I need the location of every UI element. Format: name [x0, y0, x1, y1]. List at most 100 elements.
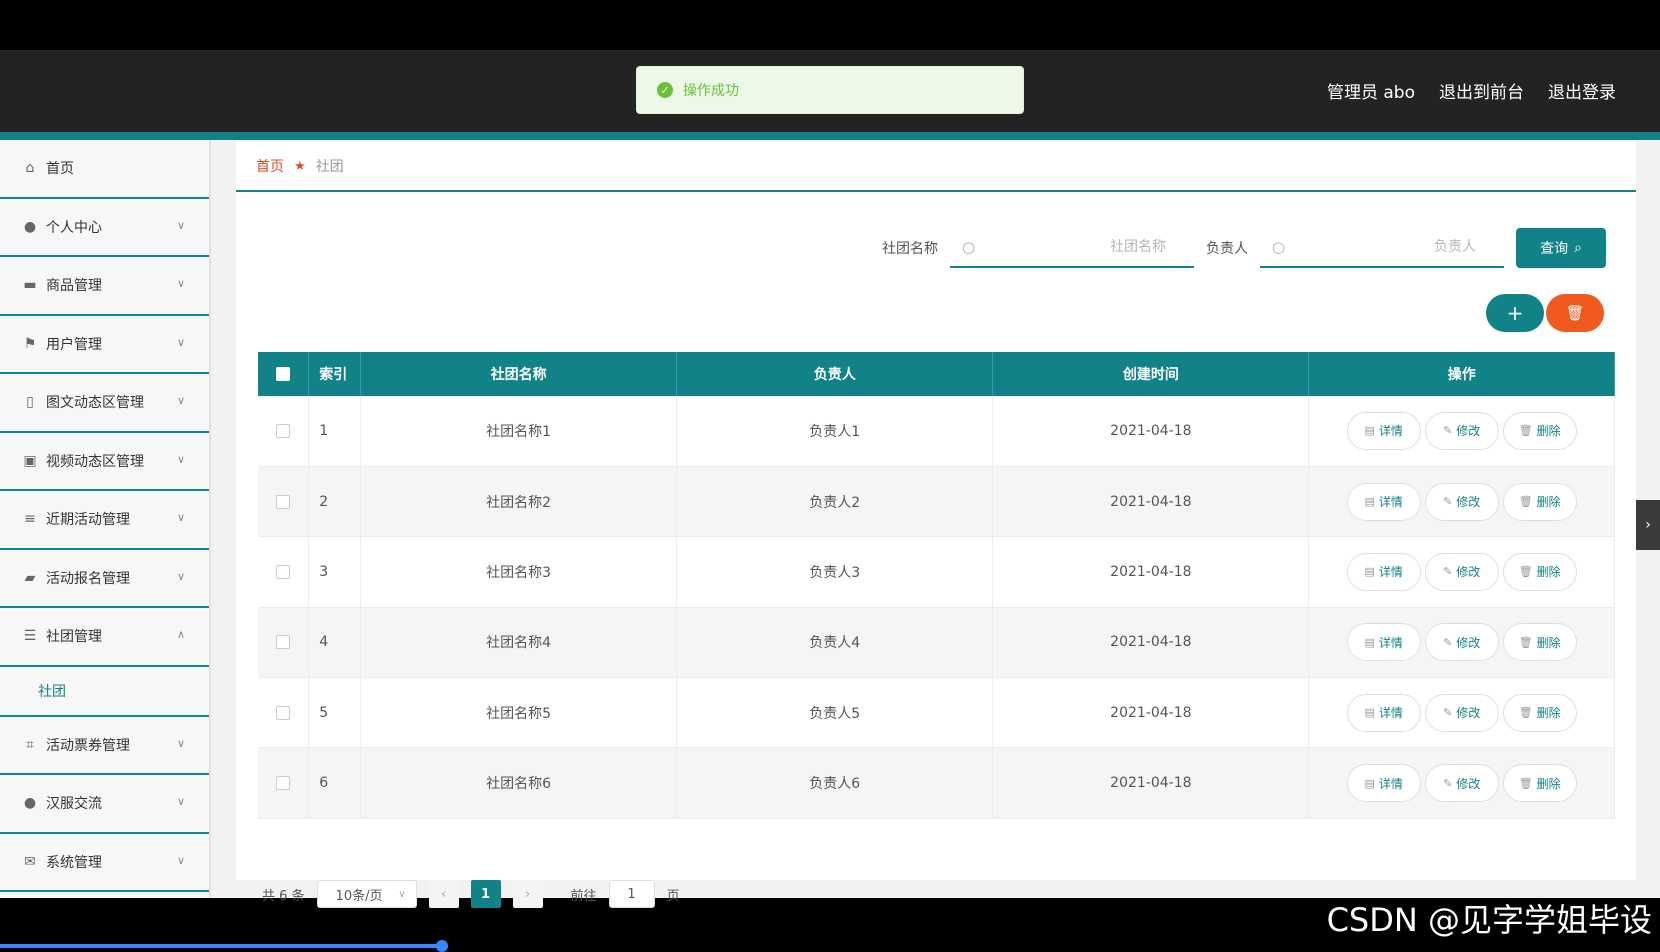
search-icon: ⌕: [1574, 240, 1582, 256]
column-header-name[interactable]: 社团名称: [360, 352, 678, 396]
table-row[interactable]: 5 社团名称5 负责人5 2021-04-18 ▤ 详情 ✎ 修改 🗑 删除: [258, 677, 1615, 749]
sliders-icon: ☰: [23, 628, 37, 645]
table-row[interactable]: 2 社团名称2 负责人2 2021-04-18 ▤ 详情 ✎ 修改 🗑 删除: [258, 466, 1615, 538]
video-icon: ▣: [23, 452, 37, 469]
query-button[interactable]: 查询 ⌕: [1516, 228, 1606, 268]
select-all-checkbox[interactable]: [276, 367, 291, 381]
row-owner: 负责人1: [676, 396, 994, 467]
next-page-button[interactable]: ›: [512, 880, 543, 908]
edit-button[interactable]: ✎ 修改: [1424, 482, 1499, 521]
detail-button[interactable]: ▤ 详情: [1346, 693, 1421, 732]
back-to-front-link[interactable]: 退出到前台: [1439, 78, 1524, 103]
edit-button[interactable]: ✎ 修改: [1424, 411, 1499, 450]
detail-button[interactable]: ▤ 详情: [1346, 552, 1421, 591]
sidebar-item-image-posts[interactable]: ▯ 图文动态区管理 ∨: [0, 374, 209, 433]
delete-button[interactable]: 🗑 删除: [1502, 623, 1577, 662]
delete-button[interactable]: 🗑 删除: [1502, 482, 1577, 521]
table-row[interactable]: 6 社团名称6 负责人6 2021-04-18 ▤ 详情 ✎ 修改 🗑 删除: [258, 747, 1615, 819]
video-progress-bar[interactable]: [0, 944, 440, 948]
sidebar-item-label: 图文动态区管理: [46, 395, 144, 412]
delete-button[interactable]: 🗑 删除: [1502, 552, 1577, 591]
main-content: 首页 ★ 社团 社团名称 ○ 负责人 ○ 查询 ⌕: [236, 140, 1636, 908]
logout-link[interactable]: 退出登录: [1548, 78, 1616, 103]
delete-button[interactable]: 🗑 删除: [1502, 764, 1577, 803]
edit-button[interactable]: ✎ 修改: [1424, 623, 1499, 662]
detail-label: 详情: [1378, 635, 1403, 650]
column-header-owner[interactable]: 负责人: [676, 352, 994, 396]
sidebar-item-label: 近期活动管理: [46, 512, 130, 529]
sidebar-item-clubs[interactable]: ☰ 社团管理 ∧: [0, 608, 209, 667]
goto-page-input[interactable]: [608, 880, 655, 908]
sidebar-item-goods[interactable]: ▬ 商品管理 ∨: [0, 257, 209, 316]
box-icon: ▬: [23, 277, 37, 294]
edit-button[interactable]: ✎ 修改: [1424, 764, 1499, 803]
sidebar-subitem-club[interactable]: 社团: [0, 667, 209, 717]
video-progress-handle[interactable]: [436, 940, 448, 952]
detail-button[interactable]: ▤ 详情: [1346, 411, 1421, 450]
page-size-select[interactable]: 10条/页 ∨: [316, 880, 417, 908]
chat-icon: ▰: [24, 569, 36, 586]
detail-button[interactable]: ▤ 详情: [1346, 623, 1421, 662]
row-checkbox[interactable]: [276, 423, 291, 438]
delete-label: 删除: [1536, 565, 1561, 580]
row-created: 2021-04-18: [992, 607, 1310, 679]
row-select-cell: [258, 747, 310, 819]
sidebar-item-home[interactable]: ⌂ 首页: [0, 140, 209, 199]
batch-delete-button[interactable]: 🗑: [1546, 294, 1604, 332]
detail-button[interactable]: ▤ 详情: [1346, 764, 1421, 803]
sidebar-item-video-posts[interactable]: ▣ 视频动态区管理 ∨: [0, 433, 209, 491]
chevron-down-icon: ∨: [176, 452, 185, 466]
row-checkbox[interactable]: [276, 564, 291, 579]
user-icon: ●: [23, 218, 37, 235]
table-row[interactable]: 3 社团名称3 负责人3 2021-04-18 ▤ 详情 ✎ 修改 🗑 删除: [258, 536, 1615, 608]
edit-button[interactable]: ✎ 修改: [1424, 552, 1499, 591]
row-checkbox[interactable]: [276, 776, 291, 791]
pencil-icon: ✎: [1443, 565, 1453, 579]
sidebar-item-users[interactable]: ⚑ 用户管理 ∨: [0, 316, 209, 374]
chevron-down-icon: ∨: [176, 218, 185, 232]
page-number-current[interactable]: 1: [470, 880, 501, 908]
row-owner: 负责人5: [676, 677, 994, 749]
table-row[interactable]: 4 社团名称4 负责人4 2021-04-18 ▤ 详情 ✎ 修改 🗑 删除: [258, 607, 1615, 679]
list-icon: ≡: [24, 511, 36, 528]
row-select-cell: [258, 536, 310, 608]
sidebar-item-system[interactable]: ✉ 系统管理 ∨: [0, 834, 209, 892]
row-checkbox[interactable]: [276, 705, 291, 720]
row-checkbox[interactable]: [276, 635, 291, 650]
club-name-input[interactable]: [950, 228, 1194, 266]
drawer-toggle[interactable]: ›: [1636, 500, 1660, 550]
row-club-name: 社团名称1: [360, 396, 678, 467]
plus-icon: +: [1506, 301, 1524, 325]
page-size-value: 10条/页: [335, 888, 383, 904]
sidebar-item-event-signup[interactable]: ▰ 活动报名管理 ∨: [0, 550, 209, 608]
add-button[interactable]: +: [1486, 294, 1544, 332]
total-count: 共 6 条: [262, 888, 305, 904]
owner-input[interactable]: [1260, 228, 1504, 266]
trash-icon: 🗑: [1518, 706, 1533, 720]
column-header-created[interactable]: 创建时间: [992, 352, 1310, 396]
sidebar-item-recent-events[interactable]: ≡ 近期活动管理 ∨: [0, 491, 209, 550]
edit-button[interactable]: ✎ 修改: [1424, 693, 1499, 732]
row-club-name: 社团名称3: [360, 536, 678, 608]
delete-button[interactable]: 🗑 删除: [1502, 693, 1577, 732]
row-owner: 负责人3: [676, 536, 994, 608]
row-owner: 负责人4: [676, 607, 994, 679]
sidebar-item-hanfu[interactable]: ● 汉服交流 ∨: [0, 775, 209, 834]
row-actions: ▤ 详情 ✎ 修改 🗑 删除: [1308, 396, 1615, 467]
sidebar-item-tickets[interactable]: ⌗ 活动票券管理 ∨: [0, 717, 209, 775]
admin-user-label[interactable]: 管理员 abo: [1327, 78, 1415, 103]
delete-button[interactable]: 🗑 删除: [1502, 411, 1577, 450]
detail-label: 详情: [1378, 565, 1403, 580]
sidebar-item-label: 活动票券管理: [46, 737, 130, 754]
document-icon: ▤: [1364, 424, 1375, 438]
breadcrumb-home[interactable]: 首页: [256, 156, 284, 176]
table-row[interactable]: 1 社团名称1 负责人1 2021-04-18 ▤ 详情 ✎ 修改 🗑 删除: [258, 396, 1615, 467]
prev-page-button[interactable]: ‹: [428, 880, 459, 908]
detail-button[interactable]: ▤ 详情: [1346, 482, 1421, 521]
row-select-cell: [258, 607, 310, 679]
sidebar-item-personal-center[interactable]: ● 个人中心 ∨: [0, 199, 209, 257]
goto-prefix: 前往: [570, 888, 597, 904]
detail-label: 详情: [1378, 706, 1403, 721]
trash-icon: 🗑: [1518, 565, 1533, 579]
row-checkbox[interactable]: [276, 494, 291, 509]
